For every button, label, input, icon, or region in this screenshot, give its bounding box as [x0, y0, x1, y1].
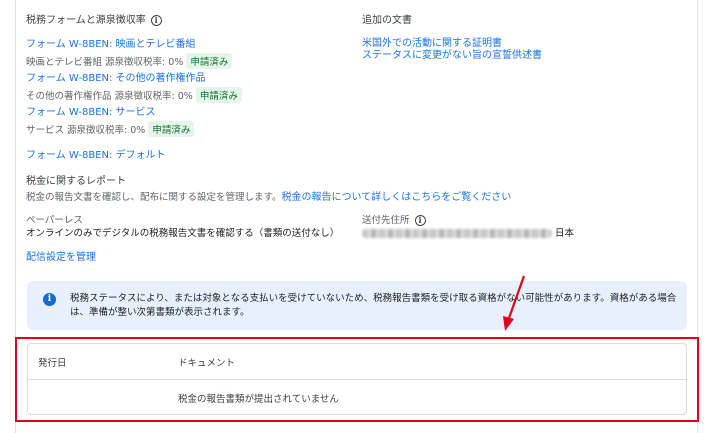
annotation-arrow: [503, 275, 526, 331]
